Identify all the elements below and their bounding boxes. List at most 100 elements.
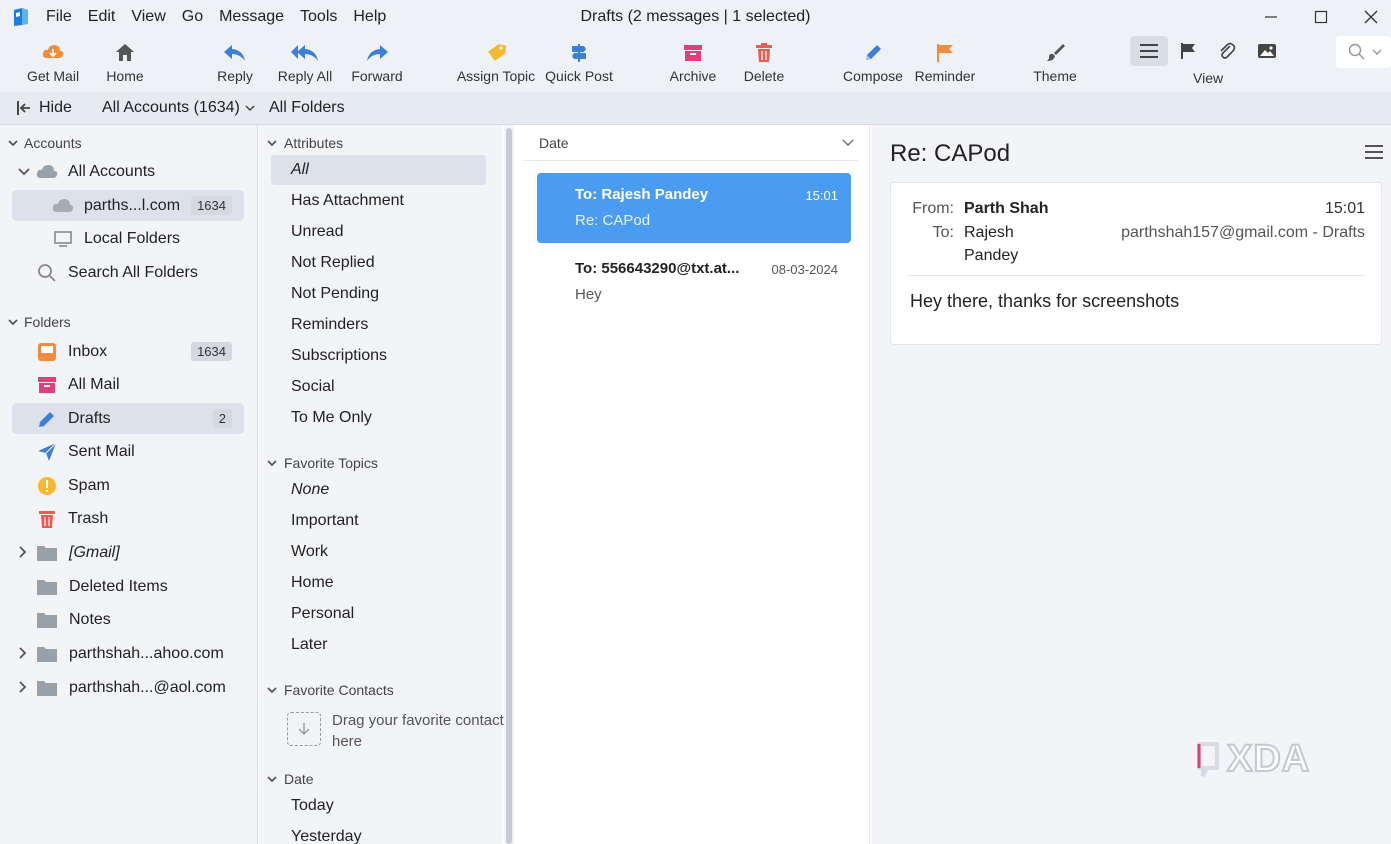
topic-home[interactable]: Home <box>271 568 486 598</box>
hide-label: Hide <box>39 99 72 116</box>
sidebar-item-gmail-folder[interactable]: [Gmail] <box>12 537 244 568</box>
maximize-button[interactable] <box>1296 0 1346 34</box>
sidebar-item-all-accounts[interactable]: All Accounts <box>12 156 244 187</box>
sidebar-item-account-gmail[interactable]: parths...l.com 1634 <box>12 190 244 221</box>
folders-breadcrumb-label: All Folders <box>269 99 345 116</box>
menu-go[interactable]: Go <box>182 8 203 26</box>
menu-help[interactable]: Help <box>353 8 386 26</box>
sidebar-item-sent-mail[interactable]: Sent Mail <box>12 436 244 467</box>
folders-breadcrumb[interactable]: All Folders <box>269 99 345 117</box>
paperclip-icon <box>1220 42 1236 59</box>
message-body: Hey there, thanks for screenshots <box>910 291 1180 311</box>
sidebar-item-deleted-items[interactable]: Deleted Items <box>12 571 244 602</box>
topic-later[interactable]: Later <box>271 630 486 660</box>
search-box[interactable] <box>1336 36 1391 68</box>
message-card: From: Parth Shah 15:01 To: Rajesh Pandey… <box>890 182 1382 345</box>
topics-section-header[interactable]: Favorite Topics <box>267 455 378 471</box>
sidebar-item-local-folders[interactable]: Local Folders <box>12 223 244 254</box>
chevron-down-icon <box>8 319 18 326</box>
get-mail-label: Get Mail <box>26 68 80 84</box>
quick-post-button[interactable]: Quick Post <box>544 34 614 92</box>
attributes-section-header[interactable]: Attributes <box>267 135 343 151</box>
sidebar-item-aol-account[interactable]: parthshah...@aol.com <box>12 672 244 703</box>
topic-none[interactable]: None <box>271 475 486 505</box>
topic-work[interactable]: Work <box>271 537 486 567</box>
menu-edit[interactable]: Edit <box>88 8 116 26</box>
close-button[interactable] <box>1346 0 1391 34</box>
sidebar-item-spam[interactable]: Spam <box>12 470 244 501</box>
scrollbar-thumb[interactable] <box>506 128 512 844</box>
theme-button[interactable]: Theme <box>1030 34 1080 92</box>
date-today[interactable]: Today <box>271 791 486 821</box>
filter-to-me-only[interactable]: To Me Only <box>271 403 486 433</box>
message-menu-button[interactable] <box>1365 145 1383 164</box>
favorite-contacts-drop-zone[interactable]: Drag your favorite contacts here <box>287 710 522 752</box>
reply-all-button[interactable]: Reply All <box>276 34 334 92</box>
compose-button[interactable]: Compose <box>842 34 904 92</box>
minimize-button[interactable] <box>1246 0 1296 34</box>
from-label: From: <box>912 200 954 217</box>
sidebar-item-notes[interactable]: Notes <box>12 604 244 635</box>
menu-message[interactable]: Message <box>219 8 284 26</box>
delete-button[interactable]: Delete <box>740 34 788 92</box>
filter-unread[interactable]: Unread <box>271 217 486 247</box>
filter-subscriptions[interactable]: Subscriptions <box>271 341 486 371</box>
message-row-selected[interactable]: To: Rajesh Pandey 15:01 Re: CAPod <box>537 173 851 243</box>
topic-important[interactable]: Important <box>271 506 486 536</box>
pencil-icon <box>36 408 58 430</box>
filter-not-replied[interactable]: Not Replied <box>271 248 486 278</box>
image-icon <box>1258 44 1276 58</box>
chevron-down-icon <box>267 140 277 147</box>
filter-social[interactable]: Social <box>271 372 486 402</box>
home-button[interactable]: Home <box>102 34 148 92</box>
sidebar-item-search-all[interactable]: Search All Folders <box>12 257 244 288</box>
view-flagged-button[interactable] <box>1169 36 1207 66</box>
sidebar-item-label: Search All Folders <box>68 263 198 281</box>
menu-view[interactable]: View <box>131 8 165 26</box>
sidebar-item-all-mail[interactable]: All Mail <box>12 369 244 400</box>
reply-button[interactable]: Reply <box>212 34 258 92</box>
header-divider <box>909 275 1365 276</box>
archive-button[interactable]: Archive <box>666 34 720 92</box>
folder-sidebar: Accounts All Accounts parths...l.com 163… <box>0 125 258 844</box>
view-list-button[interactable] <box>1130 36 1168 66</box>
sidebar-item-trash[interactable]: Trash <box>12 503 244 534</box>
hide-sidebar-button[interactable]: Hide <box>16 99 72 117</box>
filter-not-pending[interactable]: Not Pending <box>271 279 486 309</box>
recipient-name-line2[interactable]: Pandey <box>964 247 1018 265</box>
sidebar-item-drafts[interactable]: Drafts 2 <box>12 403 244 434</box>
sender-name[interactable]: Parth Shah <box>964 200 1048 218</box>
accounts-dropdown[interactable]: All Accounts (1634) <box>102 99 255 117</box>
date-yesterday[interactable]: Yesterday <box>271 822 486 844</box>
sidebar-item-inbox[interactable]: Inbox 1634 <box>12 336 244 367</box>
sidebar-item-label: All Mail <box>68 375 120 393</box>
filter-pane-scrollbar[interactable] <box>504 125 514 844</box>
menu-file[interactable]: File <box>46 8 72 26</box>
forward-button[interactable]: Forward <box>348 34 406 92</box>
menu-tools[interactable]: Tools <box>300 8 337 26</box>
sort-header[interactable]: Date <box>523 125 858 161</box>
filter-all[interactable]: All <box>271 155 486 185</box>
filter-has-attachment[interactable]: Has Attachment <box>271 186 486 216</box>
location-bar: Hide All Accounts (1634) All Folders <box>0 92 1391 125</box>
view-images-button[interactable] <box>1248 36 1286 66</box>
date-section-header[interactable]: Date <box>267 771 314 787</box>
filter-reminders[interactable]: Reminders <box>271 310 486 340</box>
to-label: To: <box>932 224 954 241</box>
contacts-section-header[interactable]: Favorite Contacts <box>267 682 394 698</box>
search-icon <box>1348 43 1365 60</box>
chevron-right-icon <box>19 546 27 558</box>
recipient-name-line1[interactable]: Rajesh <box>964 224 1014 242</box>
get-mail-icon <box>42 45 64 58</box>
message-subject: Hey <box>575 286 602 303</box>
get-mail-button[interactable]: Get Mail <box>22 34 84 92</box>
assign-topic-button[interactable]: Assign Topic <box>454 34 538 92</box>
accounts-section-header[interactable]: Accounts <box>8 135 82 151</box>
view-attachments-button[interactable] <box>1208 36 1246 66</box>
account-folder-label: parthshah157@gmail.com - Drafts <box>1121 224 1365 241</box>
message-row[interactable]: To: 556643290@txt.at... 08-03-2024 Hey <box>537 247 851 317</box>
topic-personal[interactable]: Personal <box>271 599 486 629</box>
reminder-button[interactable]: Reminder <box>912 34 978 92</box>
folders-section-header[interactable]: Folders <box>8 314 71 330</box>
sidebar-item-yahoo-account[interactable]: parthshah...ahoo.com <box>12 638 244 669</box>
